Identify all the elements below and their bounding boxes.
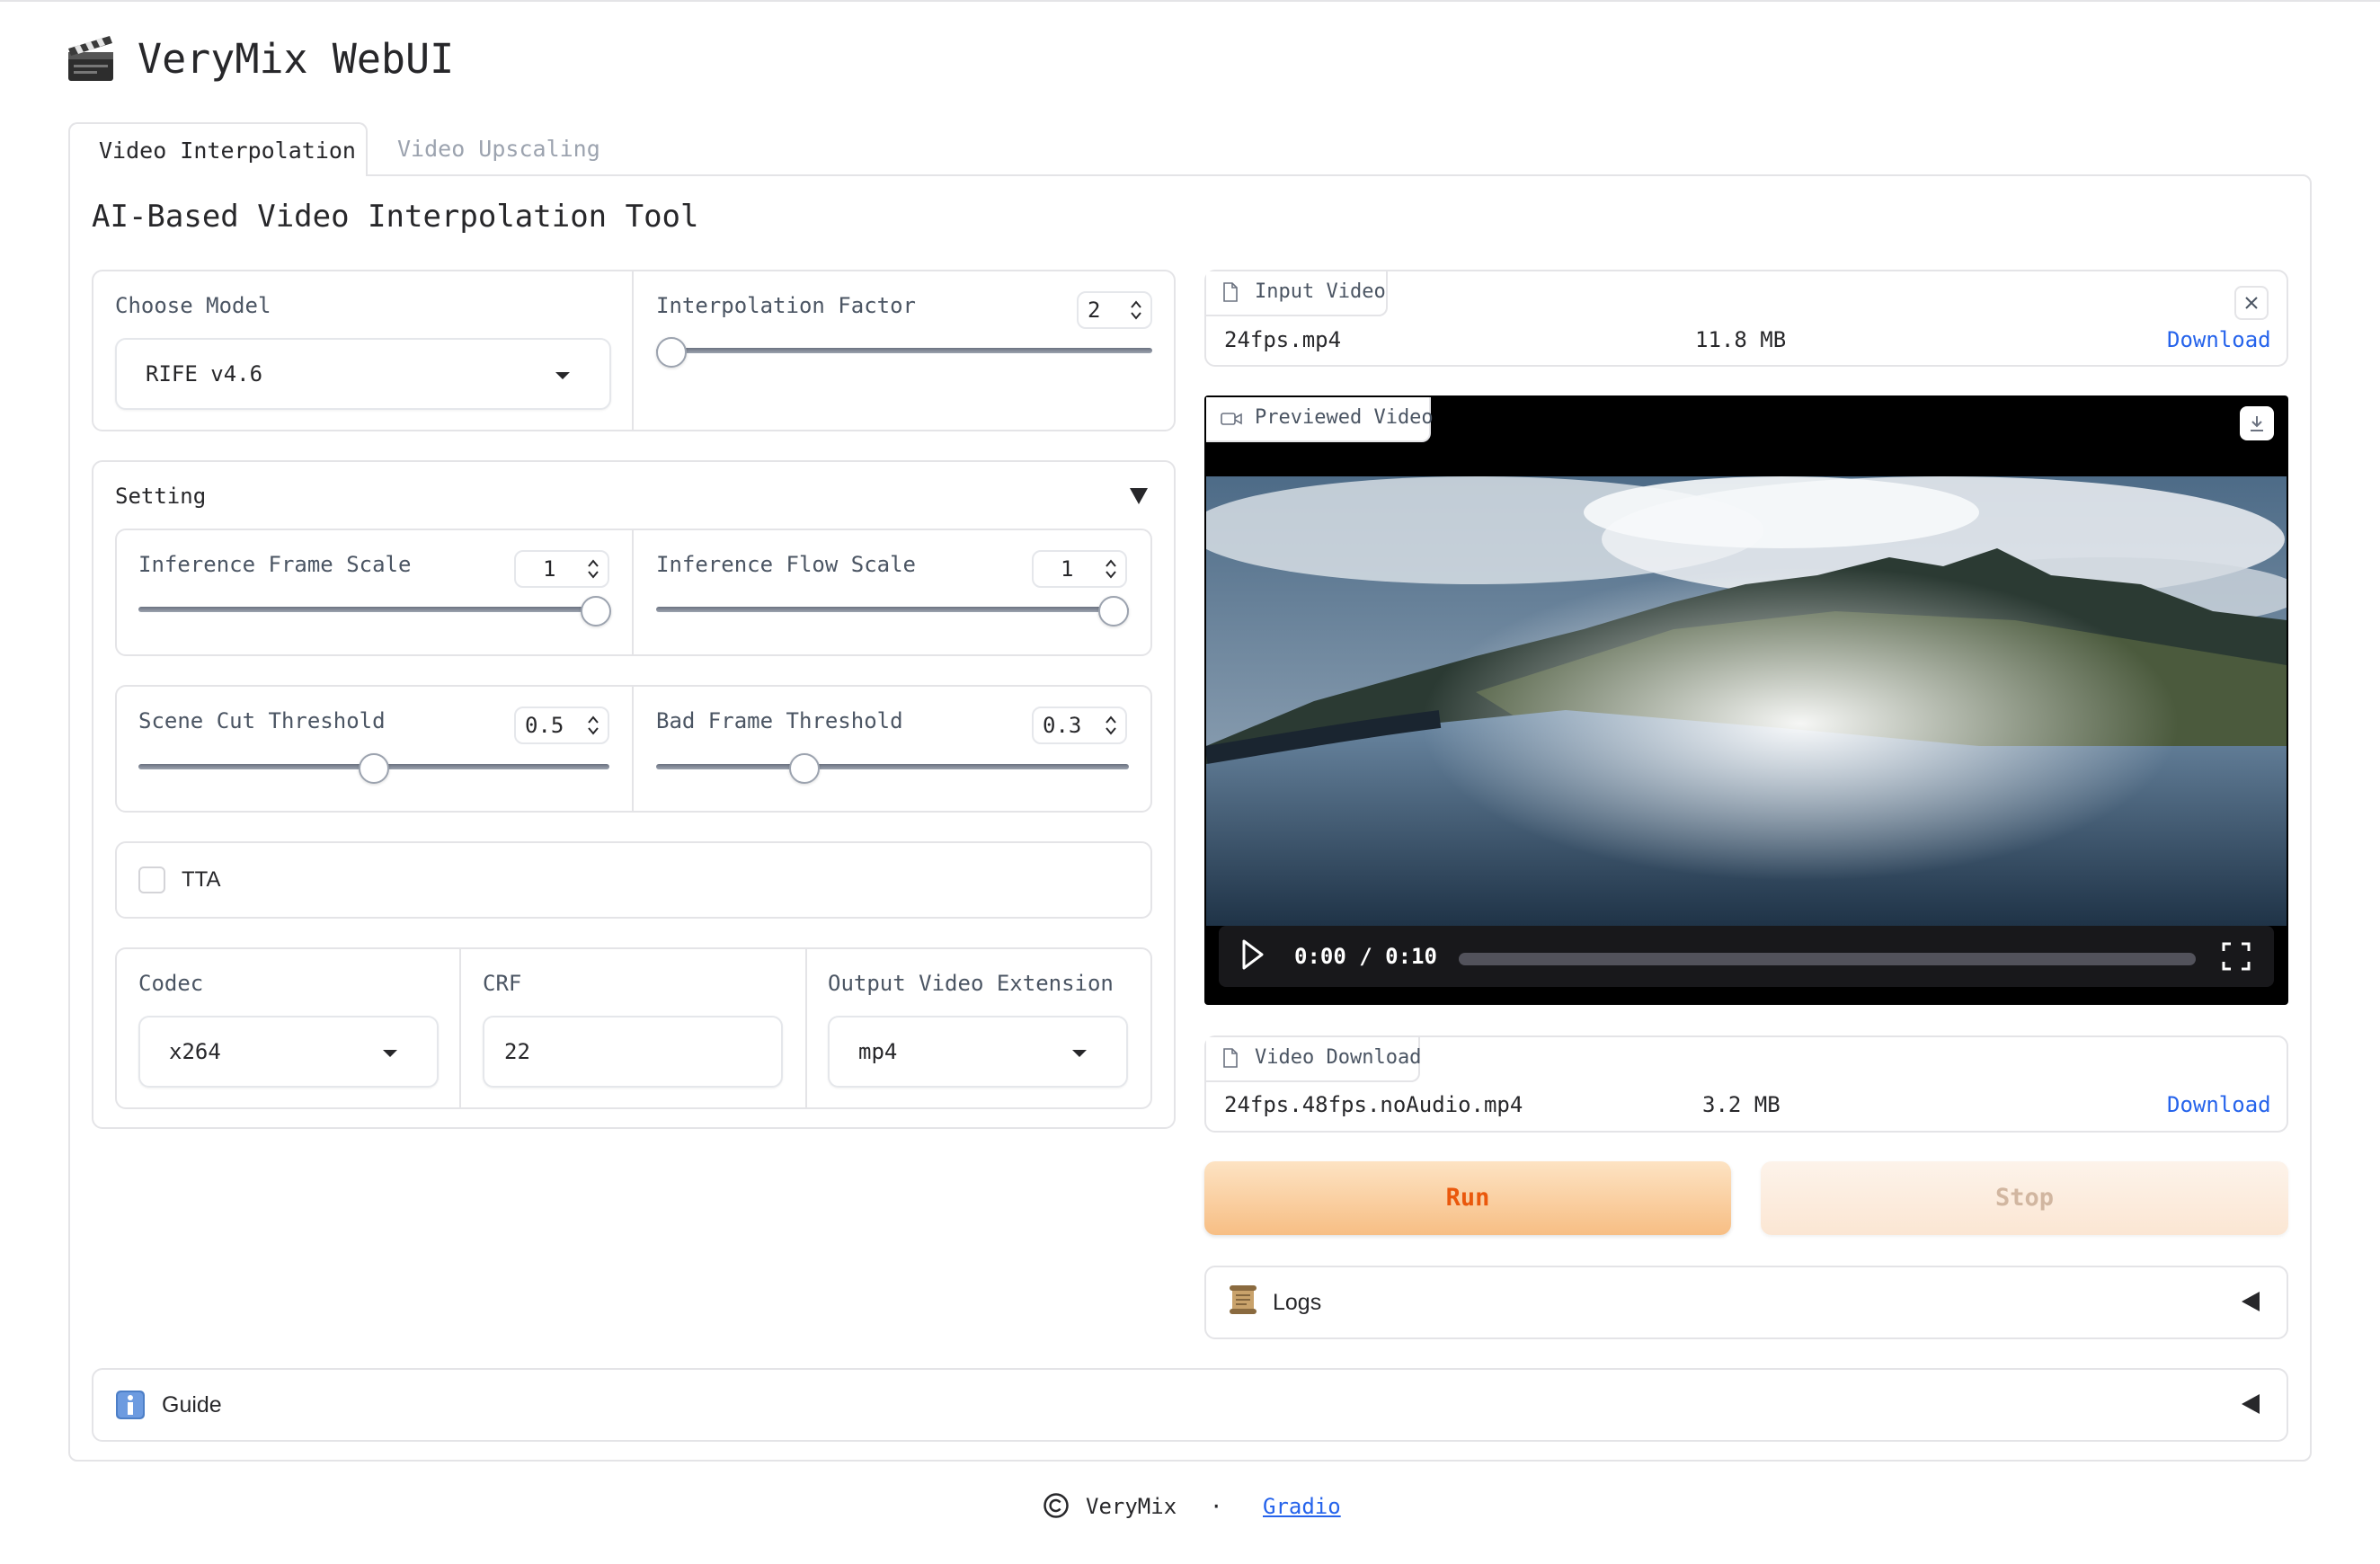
logs-accordion[interactable] <box>1204 1266 2288 1339</box>
threshold-card <box>115 685 1152 813</box>
crf-input[interactable]: 22 <box>483 1016 783 1088</box>
output-filesize: 3.2 MB <box>1702 1092 1781 1117</box>
run-button[interactable]: Run <box>1204 1161 1731 1235</box>
download-icon <box>2251 416 2263 431</box>
close-icon <box>2245 297 2258 309</box>
bad-frame-slider-track[interactable] <box>656 764 1129 769</box>
spinner-icon <box>1106 559 1116 579</box>
copyright-icon <box>1043 1493 1069 1518</box>
chevron-down-icon <box>383 1050 397 1057</box>
download-button[interactable] <box>2240 406 2274 440</box>
top-border <box>0 0 2380 2</box>
model-value: RIFE v4.6 <box>146 361 263 387</box>
gradio-link[interactable]: Gradio <box>1263 1494 1341 1519</box>
spinner-icon <box>1131 300 1141 320</box>
video-progress-bar[interactable] <box>1459 953 2196 965</box>
flow-scale-input[interactable]: 1 <box>1032 550 1127 588</box>
interpolation-factor-value: 2 <box>1088 298 1101 323</box>
scroll-icon <box>1230 1285 1257 1314</box>
divider <box>805 949 807 1107</box>
footer-separator: · <box>1210 1494 1223 1519</box>
model-label: Choose Model <box>115 293 271 318</box>
app-title: VeryMix WebUI <box>138 35 455 83</box>
expand-arrow-icon[interactable] <box>2242 1292 2260 1311</box>
video-frame-image <box>1206 476 2287 926</box>
tab-video-interpolation[interactable]: Video Interpolation <box>68 122 368 176</box>
extension-dropdown[interactable]: mp4 <box>828 1016 1128 1088</box>
bad-frame-value: 0.3 <box>1043 713 1082 738</box>
frame-scale-value: 1 <box>543 556 556 582</box>
scene-cut-input[interactable]: 0.5 <box>514 706 609 744</box>
scene-cut-slider-thumb[interactable] <box>359 753 389 784</box>
crf-label: CRF <box>483 971 522 996</box>
divider <box>632 687 634 811</box>
guide-accordion[interactable] <box>92 1368 2288 1442</box>
codec-dropdown[interactable]: x264 <box>138 1016 439 1088</box>
spinner-icon <box>588 715 599 735</box>
tta-label: TTA <box>182 867 221 892</box>
frame-scale-slider-thumb[interactable] <box>581 596 611 626</box>
bad-frame-input[interactable]: 0.3 <box>1032 706 1127 744</box>
crf-value: 22 <box>504 1039 530 1064</box>
frame-scale-label: Inference Frame Scale <box>138 552 412 577</box>
chevron-down-icon <box>1072 1050 1087 1057</box>
file-icon <box>1223 1048 1238 1068</box>
flow-scale-value: 1 <box>1061 556 1074 582</box>
flow-scale-label: Inference Flow Scale <box>656 552 916 577</box>
video-player: 0:00 / 0:10 <box>1204 395 2288 1005</box>
codec-label: Codec <box>138 971 204 996</box>
video-time: 0:00 / 0:10 <box>1294 944 1437 969</box>
play-icon[interactable] <box>1240 938 1265 971</box>
output-filename: 24fps.48fps.noAudio.mp4 <box>1224 1092 1523 1117</box>
scale-card <box>115 529 1152 656</box>
clapperboard-icon <box>68 36 113 81</box>
scene-cut-value: 0.5 <box>525 713 564 738</box>
tta-card <box>115 841 1152 919</box>
divider <box>632 271 634 430</box>
flow-scale-slider-track[interactable] <box>656 607 1129 612</box>
page-subtitle: AI-Based Video Interpolation Tool <box>92 199 699 235</box>
divider <box>632 530 634 654</box>
scene-cut-label: Scene Cut Threshold <box>138 708 386 733</box>
extension-value: mp4 <box>858 1039 898 1064</box>
fullscreen-icon[interactable] <box>2222 942 2251 971</box>
guide-label: Guide <box>162 1392 222 1417</box>
input-download-link[interactable]: Download <box>2167 327 2271 352</box>
interpolation-slider-track[interactable] <box>656 348 1152 353</box>
interpolation-factor-input[interactable]: 2 <box>1077 291 1152 329</box>
stop-button[interactable]: Stop <box>1761 1161 2288 1235</box>
interpolation-label: Interpolation Factor <box>656 293 916 318</box>
flow-scale-slider-thumb[interactable] <box>1098 596 1129 626</box>
input-filename: 24fps.mp4 <box>1224 327 1342 352</box>
file-icon <box>1223 282 1238 302</box>
expand-arrow-icon[interactable] <box>2242 1394 2260 1414</box>
tta-checkbox[interactable] <box>138 866 165 893</box>
input-filesize: 11.8 MB <box>1695 327 1787 352</box>
model-dropdown[interactable]: RIFE v4.6 <box>115 338 611 410</box>
logs-label: Logs <box>1273 1290 1322 1315</box>
divider <box>459 949 461 1107</box>
collapse-arrow-icon[interactable] <box>1129 487 1149 505</box>
bad-frame-label: Bad Frame Threshold <box>656 708 903 733</box>
bad-frame-slider-thumb[interactable] <box>789 753 820 784</box>
spinner-icon <box>588 559 599 579</box>
extension-label: Output Video Extension <box>828 971 1114 996</box>
info-icon <box>116 1391 145 1419</box>
clear-button[interactable] <box>2234 286 2269 320</box>
frame-scale-slider-track[interactable] <box>138 607 609 612</box>
codec-value: x264 <box>169 1039 221 1064</box>
tab-video-upscaling[interactable]: Video Upscaling <box>369 122 629 176</box>
output-download-link[interactable]: Download <box>2167 1092 2271 1117</box>
frame-scale-input[interactable]: 1 <box>514 550 609 588</box>
footer-brand: VeryMix <box>1086 1494 1177 1519</box>
video-camera-icon <box>1221 413 1242 425</box>
setting-label[interactable]: Setting <box>115 484 206 509</box>
chevron-down-icon <box>555 372 570 379</box>
spinner-icon <box>1106 715 1116 735</box>
interpolation-slider-thumb[interactable] <box>656 337 687 368</box>
